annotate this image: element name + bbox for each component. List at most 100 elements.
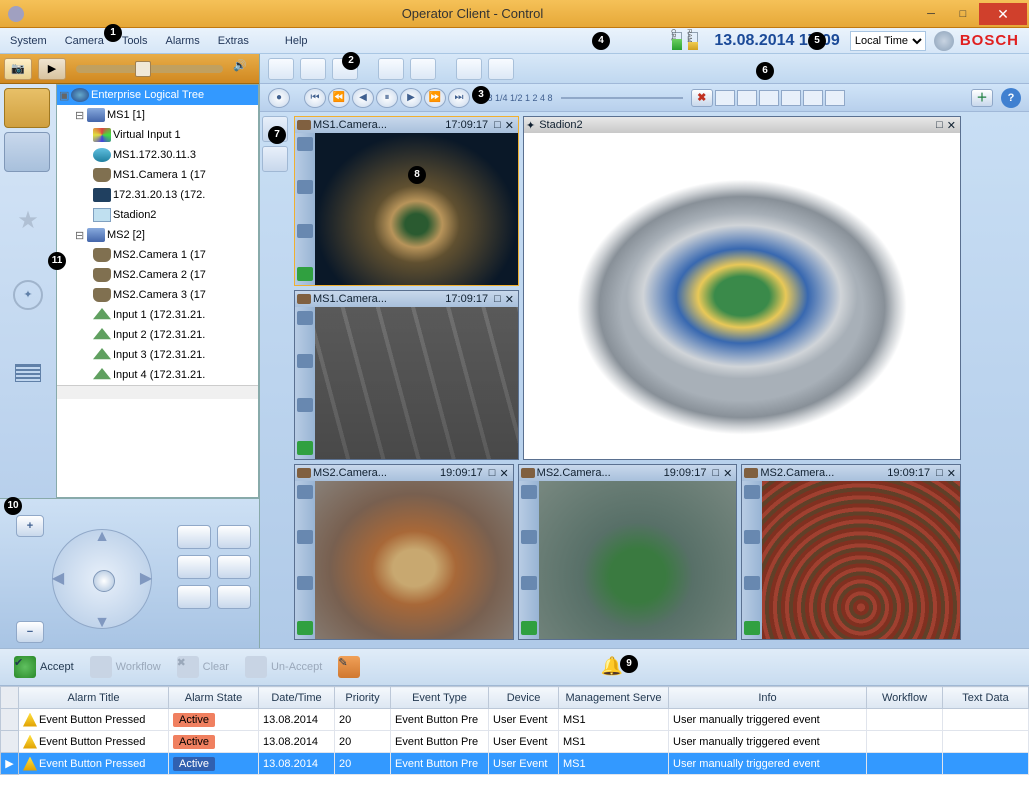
live-mode-button[interactable]: 📷	[4, 58, 32, 80]
ptz-left[interactable]: ◀	[50, 571, 66, 587]
delete-layout-button[interactable]: ✖	[691, 89, 713, 107]
map-close[interactable]: ✕	[945, 119, 958, 132]
pb-last[interactable]: ⏭	[448, 88, 470, 108]
ptz-preset-2[interactable]	[217, 525, 251, 549]
pb-stepf[interactable]: ▶	[400, 88, 422, 108]
image-pane-2[interactable]: MS1.Camera...17:09:17□✕	[294, 290, 519, 460]
tree-ms2-cam3[interactable]: MS2.Camera 3 (17	[57, 285, 258, 305]
tree-input-1[interactable]: Input 1 (172.31.21.	[57, 305, 258, 325]
menu-tools[interactable]: Tools	[122, 35, 148, 47]
bookmarks-icon[interactable]	[15, 364, 41, 382]
tool-expand[interactable]	[268, 58, 294, 80]
layout-2[interactable]	[737, 90, 757, 106]
vtab-2[interactable]	[262, 146, 288, 172]
layout-4[interactable]	[781, 90, 801, 106]
timezone-select[interactable]: Local Time	[850, 31, 926, 51]
alarm-clear-button[interactable]: ✖Clear	[177, 656, 229, 678]
globe-icon[interactable]	[934, 31, 954, 51]
layout-6[interactable]	[825, 90, 845, 106]
add-pane-button[interactable]: ＋	[971, 89, 993, 107]
bell-icon[interactable]: 🔔	[601, 656, 623, 678]
ptz-preset-5[interactable]	[177, 585, 211, 609]
menu-extras[interactable]: Extras	[218, 35, 249, 47]
tool-collapse[interactable]	[300, 58, 326, 80]
alarm-row[interactable]: Event Button Pressed Active 13.08.201420…	[1, 709, 1029, 731]
close-button[interactable]: ✕	[979, 3, 1027, 25]
tool-snapshot[interactable]	[410, 58, 436, 80]
menu-camera[interactable]: Camera	[65, 35, 104, 47]
image-pane-1[interactable]: MS1.Camera...17:09:17□✕	[294, 116, 519, 286]
alarm-row-selected[interactable]: ▶ Event Button Pressed Active 13.08.2014…	[1, 753, 1029, 775]
tree-root[interactable]: ▣Enterprise Logical Tree	[57, 85, 258, 105]
help-button[interactable]: ?	[1001, 88, 1021, 108]
alarm-accept-button[interactable]: ✔Accept	[14, 656, 74, 678]
ptz-right[interactable]: ▶	[138, 571, 154, 587]
image-pane-4[interactable]: MS2.Camera...19:09:17□✕	[518, 464, 738, 640]
pb-pause[interactable]: ⏸	[376, 88, 398, 108]
favorites-icon[interactable]: ★	[13, 206, 43, 236]
tree-tab-logical[interactable]	[4, 88, 50, 128]
pane-1-close[interactable]: ✕	[503, 119, 516, 132]
tree-ms2-cam2[interactable]: MS2.Camera 2 (17	[57, 265, 258, 285]
tree-input-2[interactable]: Input 2 (172.31.21.	[57, 325, 258, 345]
pb-next[interactable]: ⏩	[424, 88, 446, 108]
pb-stepb[interactable]: ◀	[352, 88, 374, 108]
tree-hscroll[interactable]	[57, 385, 258, 399]
ptz-down[interactable]: ▼	[94, 615, 110, 631]
layout-1[interactable]	[715, 90, 735, 106]
layout-5[interactable]	[803, 90, 823, 106]
speed-slider[interactable]	[561, 97, 683, 99]
callout-6: 6	[756, 62, 774, 80]
tree-map-stadion[interactable]: Stadion2	[57, 205, 258, 225]
ptz-zoom-in[interactable]: +	[16, 515, 44, 537]
alarm-table[interactable]: Alarm TitleAlarm StateDate/TimePriorityE…	[0, 686, 1029, 775]
tree-ms1-cam1[interactable]: MS1.Camera 1 (17	[57, 165, 258, 185]
volume-slider[interactable]	[76, 65, 223, 73]
image-pane-map[interactable]: ✦Stadion2□✕	[523, 116, 961, 460]
speaker-icon[interactable]: 🔊	[233, 59, 255, 79]
map-canvas[interactable]	[524, 133, 960, 459]
ram-meter: RAM	[688, 32, 698, 50]
pane-2-close[interactable]: ✕	[503, 293, 516, 306]
image-pane-3[interactable]: MS2.Camera...19:09:17□✕	[294, 464, 514, 640]
tree-encoder-ms1[interactable]: MS1.172.30.11.3	[57, 145, 258, 165]
tree-ip-device[interactable]: 172.31.20.13 (172.	[57, 185, 258, 205]
alarm-unaccept-button[interactable]: Un-Accept	[245, 656, 322, 678]
pb-record[interactable]: ●	[268, 88, 290, 108]
tree-ms2-cam1[interactable]: MS2.Camera 1 (17	[57, 245, 258, 265]
tool-bookmark[interactable]	[456, 58, 482, 80]
layout-3[interactable]	[759, 90, 779, 106]
minimize-button[interactable]: ─	[915, 3, 947, 25]
ptz-preset-3[interactable]	[177, 555, 211, 579]
pane-2-max[interactable]: □	[492, 293, 503, 305]
map-max[interactable]: □	[934, 119, 945, 131]
menu-alarms[interactable]: Alarms	[166, 35, 200, 47]
pb-first[interactable]: ⏮	[304, 88, 326, 108]
tree-input-3[interactable]: Input 3 (172.31.21.	[57, 345, 258, 365]
ptz-preset-1[interactable]	[177, 525, 211, 549]
map-icon[interactable]	[13, 280, 43, 310]
ptz-zoom-out[interactable]: −	[16, 621, 44, 643]
playback-mode-button[interactable]: ▶	[38, 58, 66, 80]
logical-tree[interactable]: ▣Enterprise Logical Tree ⊟MS1 [1] Virtua…	[56, 84, 259, 498]
tree-ms1[interactable]: ⊟MS1 [1]	[57, 105, 258, 125]
alarm-comment-button[interactable]: ✎	[338, 656, 360, 678]
menu-system[interactable]: System	[10, 35, 47, 47]
ptz-preset-6[interactable]	[217, 585, 251, 609]
menu-help[interactable]: Help	[285, 35, 308, 47]
tree-ms2[interactable]: ⊟MS2 [2]	[57, 225, 258, 245]
pb-prev[interactable]: ⏪	[328, 88, 350, 108]
pane-1-header: MS1.Camera...17:09:17□✕	[295, 117, 518, 133]
tool-print[interactable]	[378, 58, 404, 80]
maximize-button[interactable]: □	[947, 3, 979, 25]
tree-virtual-input[interactable]: Virtual Input 1	[57, 125, 258, 145]
tree-input-4[interactable]: Input 4 (172.31.21.	[57, 365, 258, 385]
alarm-workflow-button[interactable]: Workflow	[90, 656, 161, 678]
ptz-preset-4[interactable]	[217, 555, 251, 579]
image-pane-5[interactable]: MS2.Camera...19:09:17□✕	[741, 464, 961, 640]
ptz-up[interactable]: ▲	[94, 529, 110, 545]
alarm-row[interactable]: Event Button Pressed Active 13.08.201420…	[1, 731, 1029, 753]
tool-export[interactable]	[488, 58, 514, 80]
pane-1-max[interactable]: □	[492, 119, 503, 131]
tree-tab-favorites[interactable]	[4, 132, 50, 172]
